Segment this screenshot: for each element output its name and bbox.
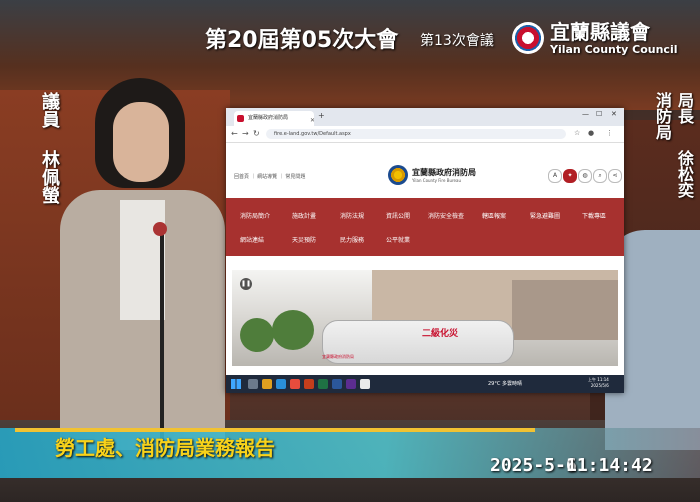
menu-item-policy-plan[interactable]: 施政計畫 xyxy=(292,211,316,220)
app-icon[interactable] xyxy=(360,379,370,389)
maximize-icon[interactable]: ☐ xyxy=(596,110,602,118)
menu-item-evacuation-map[interactable]: 緊急避難圖 xyxy=(530,211,560,220)
menu-item-report[interactable]: 轄區報案 xyxy=(482,211,506,220)
broadcast-date: 2025-5-6 xyxy=(490,455,577,476)
banner-truck-text: 二級化災 xyxy=(422,329,459,339)
official-name: 徐松奕 xyxy=(675,150,694,198)
projected-browser-window: 宜蘭縣政府消防局 ✕ + — ☐ ✕ ← → ↻ fire.e-land.gov… xyxy=(226,108,624,393)
speaker-face xyxy=(113,102,169,182)
banner-building-2 xyxy=(512,280,618,340)
profile-icon[interactable]: ● xyxy=(588,129,594,137)
tab-close-icon[interactable]: ✕ xyxy=(310,113,314,126)
system-clock[interactable]: 上午 11:14 2025/5/6 xyxy=(588,377,609,389)
menu-item-disaster-prevention[interactable]: 天災預防 xyxy=(292,235,316,244)
fire-icon[interactable]: ✦ xyxy=(563,169,577,183)
bookmark-star-icon[interactable]: ☆ xyxy=(574,129,580,137)
new-tab-icon[interactable]: + xyxy=(318,111,325,120)
powerpoint-icon[interactable] xyxy=(304,379,314,389)
meeting-number: 第13次會議 xyxy=(420,33,494,49)
hero-banner: 二級化災 宜蘭縣政府消防局 ❚❚ xyxy=(232,270,618,366)
speaker-role: 議員 xyxy=(39,92,60,128)
address-input[interactable]: fire.e-land.gov.tw/Default.aspx xyxy=(266,129,566,139)
site-name-en: Yilan County Fire Bureau xyxy=(412,178,461,183)
fire-bureau-logo-icon[interactable] xyxy=(388,165,408,185)
menu-item-bureau-intro[interactable]: 消防局簡介 xyxy=(240,211,270,220)
windows-start-icon[interactable] xyxy=(231,379,241,389)
site-name[interactable]: 宜蘭縣政府消防局 xyxy=(412,167,476,178)
main-menu: 消防局簡介 施政計畫 消防法規 資訊公開 消防安全檢查 轄區報案 緊急避難圖 下… xyxy=(226,198,624,256)
search-task-icon[interactable] xyxy=(248,379,258,389)
official-role-line2: 局長 xyxy=(675,92,694,124)
banner-tree xyxy=(272,310,314,350)
council-name: 宜蘭縣議會 xyxy=(550,20,650,44)
browser-menu-icon[interactable]: ⋮ xyxy=(606,129,613,137)
site-header: 回首頁 ｜ 網站導覽 ｜ 常見問題 宜蘭縣政府消防局 Yilan County … xyxy=(226,143,624,198)
language-globe-icon[interactable]: ◍ xyxy=(578,169,592,183)
browser-tab[interactable]: 宜蘭縣政府消防局 ✕ xyxy=(234,111,314,126)
favicon-icon xyxy=(237,115,244,122)
microphone-icon xyxy=(153,222,167,236)
menu-item-downloads[interactable]: 下載專區 xyxy=(582,211,606,220)
menu-item-safety-inspection[interactable]: 消防安全檢查 xyxy=(428,211,464,220)
clock-date: 2025/5/6 xyxy=(590,383,609,388)
pause-icon[interactable]: ❚❚ xyxy=(240,278,252,290)
menu-item-info-disclosure[interactable]: 資訊公開 xyxy=(386,211,410,220)
weather-widget[interactable]: 29°C 多雲時晴 xyxy=(488,380,522,387)
teams-icon[interactable] xyxy=(346,379,356,389)
forward-icon[interactable]: → xyxy=(242,129,249,138)
broadcast-time: 11:14:42 xyxy=(566,455,653,476)
search-icon[interactable]: ⌕ xyxy=(593,169,607,183)
top-links[interactable]: 回首頁 ｜ 網站導覽 ｜ 常見問題 xyxy=(234,173,305,180)
banner-truck-subtext: 宜蘭縣政府消防局 xyxy=(322,354,354,359)
windows-taskbar: 29°C 多雲時晴 上午 11:14 2025/5/6 xyxy=(226,375,624,393)
session-title: 第20屆第05次大會 xyxy=(205,28,399,53)
excel-icon[interactable] xyxy=(318,379,328,389)
menu-item-civil-service[interactable]: 民力服務 xyxy=(340,235,364,244)
reload-icon[interactable]: ↻ xyxy=(253,129,260,138)
council-name-en: Yilan County Council xyxy=(550,43,678,56)
menu-item-fire-laws[interactable]: 消防法規 xyxy=(340,211,364,220)
speaker-shirt xyxy=(120,200,165,320)
official-role-line1: 消防局 xyxy=(653,92,672,140)
font-size-icon[interactable]: A xyxy=(548,169,562,183)
address-bar-row: ← → ↻ fire.e-land.gov.tw/Default.aspx ☆ … xyxy=(226,126,624,143)
explorer-icon[interactable] xyxy=(262,379,272,389)
chrome-icon[interactable] xyxy=(290,379,300,389)
tab-title: 宜蘭縣政府消防局 xyxy=(248,115,289,121)
browser-tab-bar: 宜蘭縣政府消防局 ✕ + — ☐ ✕ xyxy=(226,108,624,126)
menu-item-fair-employment[interactable]: 公平就業 xyxy=(386,235,410,244)
edge-icon[interactable] xyxy=(276,379,286,389)
banner-tree xyxy=(240,318,274,352)
council-logo-icon xyxy=(512,22,544,54)
speaker-name: 林佩螢 xyxy=(39,150,60,204)
minimize-icon[interactable]: — xyxy=(582,110,589,118)
word-icon[interactable] xyxy=(332,379,342,389)
share-icon[interactable]: ⋖ xyxy=(608,169,622,183)
back-icon[interactable]: ← xyxy=(231,129,238,138)
menu-item-links[interactable]: 網站連結 xyxy=(240,235,264,244)
agenda-topic: 勞工處、消防局業務報告 xyxy=(55,436,275,460)
microphone-stand xyxy=(160,232,164,442)
close-window-icon[interactable]: ✕ xyxy=(611,110,617,118)
